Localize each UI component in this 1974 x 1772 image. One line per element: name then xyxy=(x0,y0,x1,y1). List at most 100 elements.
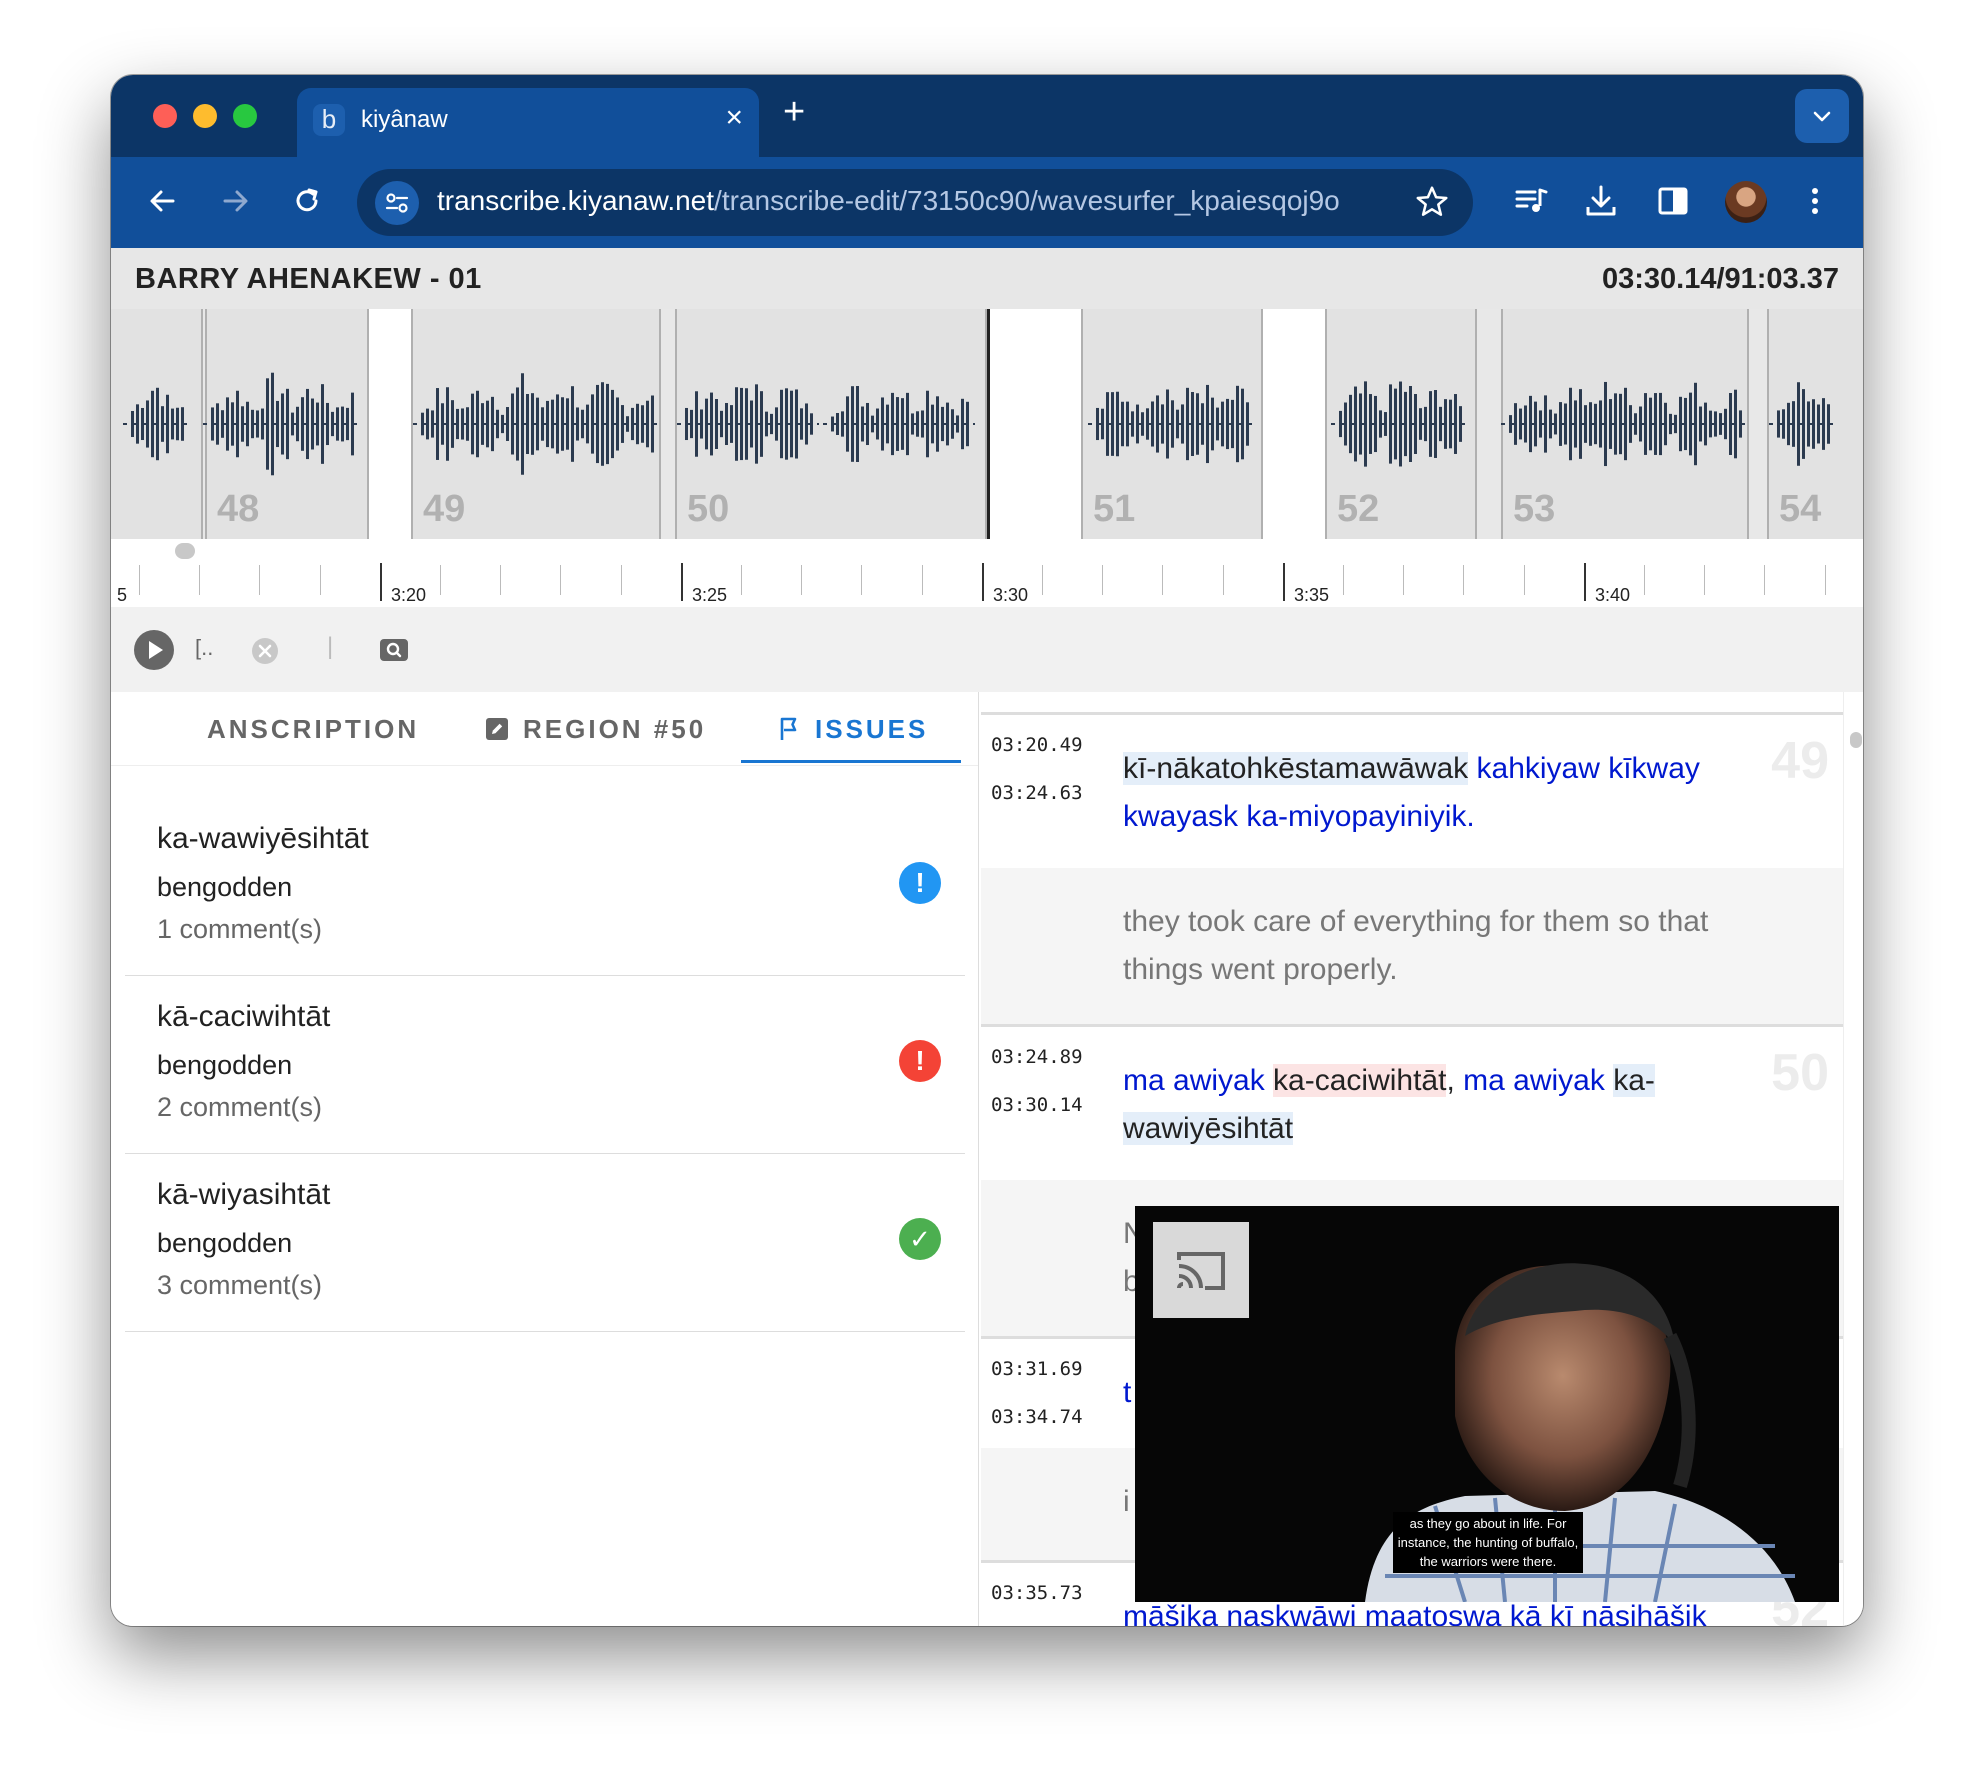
region-text[interactable]: ma awiyak ka-caciwihtāt, ma awiyak ka-wa… xyxy=(1123,1057,1763,1153)
timeline-tick xyxy=(1102,565,1104,595)
issue-comment-count: 1 comment(s) xyxy=(157,914,323,944)
timeline-tick xyxy=(1463,565,1465,595)
timeline-tick xyxy=(1343,565,1344,595)
timeline-tick xyxy=(259,565,261,595)
bookmark-star-icon[interactable] xyxy=(1413,183,1451,221)
forward-icon[interactable] xyxy=(215,181,255,221)
active-tab-indicator xyxy=(741,760,961,763)
timeline-tick xyxy=(500,565,502,595)
region-times: 03:20.49 03:24.63 xyxy=(991,721,1083,817)
window-maximize-button[interactable] xyxy=(233,104,257,128)
region-start-time: 03:20.49 xyxy=(991,734,1083,756)
tab-close-icon[interactable]: × xyxy=(725,101,743,135)
clear-icon[interactable] xyxy=(251,637,279,665)
window-minimize-button[interactable] xyxy=(193,104,217,128)
playback-time: 03:30.14/91:03.37 xyxy=(1601,263,1839,295)
region-block-50[interactable]: 03:24.89 03:30.14 ma awiyak ka-caciwihtā… xyxy=(981,1024,1843,1180)
translation-block[interactable]: they took care of everything for them so… xyxy=(981,868,1843,1024)
tab-transcription[interactable]: ANSCRIPTION xyxy=(207,714,419,745)
profile-avatar[interactable] xyxy=(1725,181,1767,223)
play-icon[interactable] xyxy=(133,629,175,671)
download-icon[interactable] xyxy=(1581,181,1621,221)
playhead-cursor[interactable] xyxy=(987,309,990,539)
issue-comment-count: 2 comment(s) xyxy=(157,1092,323,1122)
highlighted-word[interactable]: kī-nākatohkēstamawāwak xyxy=(1123,752,1469,785)
issue-word: ka-wawiyēsihtāt xyxy=(157,822,369,855)
timeline-label: 3:40 xyxy=(1595,585,1631,605)
panel-tabs: ANSCRIPTION REGION #50 ISSUES xyxy=(111,692,978,766)
side-panel-icon[interactable] xyxy=(1653,181,1693,221)
timeline-ruler: 5 3:20 3:25 3:30 3:35 3:40 xyxy=(111,563,1863,607)
region-end-time: 03:30.14 xyxy=(991,1094,1083,1116)
timeline-tick xyxy=(680,563,683,601)
flag-icon xyxy=(780,717,797,740)
region-text-part: ma awiyak xyxy=(1123,1064,1274,1097)
media-controls-icon[interactable] xyxy=(1511,181,1551,221)
issue-item[interactable]: kā-wiyasihtāt bengodden 3 comment(s) ✓ xyxy=(125,1154,965,1332)
recording-header: BARRY AHENAKEW - 01 03:30.14/91:03.37 xyxy=(111,248,1863,309)
region-end-time: 03:24.63 xyxy=(991,782,1083,804)
back-icon[interactable] xyxy=(143,181,183,221)
tab-region[interactable]: REGION #50 xyxy=(485,714,706,745)
region-block-49[interactable]: 03:20.49 03:24.63 kī-nākatohkēstamawāwak… xyxy=(981,712,1843,868)
timeline-tick xyxy=(319,565,321,595)
timeline-tick xyxy=(560,565,562,595)
tab-search-button[interactable] xyxy=(1795,89,1849,143)
timeline-tick xyxy=(801,565,803,595)
issue-comment-count: 3 comment(s) xyxy=(157,1270,323,1300)
browser-window: b kiyânaw × + transcribe.kiyanaw.net/tra… xyxy=(111,75,1863,1626)
tab-issues[interactable]: ISSUES xyxy=(777,714,928,745)
browser-tab[interactable]: b kiyânaw × xyxy=(297,88,759,157)
timeline-tick xyxy=(981,563,984,601)
tab-issues-label: ISSUES xyxy=(815,714,929,744)
timeline-tick xyxy=(379,563,382,601)
timeline-tick xyxy=(1222,565,1224,595)
address-bar[interactable]: transcribe.kiyanaw.net/transcribe-edit/7… xyxy=(357,169,1473,236)
cast-button[interactable] xyxy=(1153,1222,1249,1318)
translation-text: they took care of everything for them so… xyxy=(1123,905,1709,986)
edit-icon xyxy=(486,718,508,740)
issue-item[interactable]: ka-wawiyēsihtāt bengodden 1 comment(s) ! xyxy=(125,798,965,976)
error-alert-icon: ! xyxy=(899,1040,941,1082)
tab-title: kiyânaw xyxy=(361,106,448,133)
region-number: 49 xyxy=(1771,732,1829,790)
video-player[interactable]: as they go about in life. For instance, … xyxy=(1135,1206,1839,1602)
region-text[interactable]: kī-nākatohkēstamawāwak kahkiyaw kīkway k… xyxy=(1123,745,1763,841)
window-close-button[interactable] xyxy=(153,104,177,128)
issue-user: bengodden xyxy=(157,1050,293,1080)
transcript-scrollbar[interactable] xyxy=(1843,692,1863,1626)
timeline-label: 3:20 xyxy=(391,585,427,605)
timeline-tick xyxy=(1704,565,1706,595)
reload-icon[interactable] xyxy=(287,181,327,221)
timeline-tick xyxy=(861,565,863,595)
waveform[interactable]: 48 49 50 51 52 53 54 xyxy=(111,309,1863,539)
issue-word: kā-caciwihtāt xyxy=(157,1000,331,1033)
url-text[interactable]: transcribe.kiyanaw.net/transcribe-edit/7… xyxy=(437,185,1340,217)
issue-user: bengodden xyxy=(157,872,293,902)
timeline-label: 3:25 xyxy=(692,585,728,605)
timeline-tick xyxy=(1644,565,1645,595)
side-panel: ANSCRIPTION REGION #50 ISSUES ka-wawiyēs… xyxy=(111,692,979,1626)
issue-item[interactable]: kā-caciwihtāt bengodden 2 comment(s) ! xyxy=(125,976,965,1154)
region-text-part: , xyxy=(1446,1064,1455,1097)
new-tab-button[interactable]: + xyxy=(783,92,805,132)
timeline-tick xyxy=(1824,565,1826,595)
timeline-tick xyxy=(199,565,201,595)
timeline-tick xyxy=(1162,565,1164,595)
issue-user: bengodden xyxy=(157,1228,293,1258)
flagged-word[interactable]: ka-caciwihtāt xyxy=(1273,1064,1447,1097)
scrollbar-thumb[interactable] xyxy=(1850,732,1862,748)
timeline-label: 3:30 xyxy=(993,585,1029,605)
loop-region-button[interactable]: [.. xyxy=(195,635,213,661)
region-times: 03:35.73 xyxy=(991,1569,1083,1617)
zoom-search-icon[interactable] xyxy=(379,638,409,662)
tab-region-label: REGION #50 xyxy=(523,714,707,744)
timeline-tick xyxy=(440,565,441,595)
timeline-tick xyxy=(921,565,923,595)
timeline-tick xyxy=(1764,565,1766,595)
waveform-scroll-handle[interactable] xyxy=(175,543,195,559)
region-start-time: 03:31.69 xyxy=(991,1358,1083,1380)
timeline-tick xyxy=(1403,565,1405,595)
site-settings-icon[interactable] xyxy=(375,181,419,225)
more-menu-icon[interactable] xyxy=(1795,181,1835,221)
